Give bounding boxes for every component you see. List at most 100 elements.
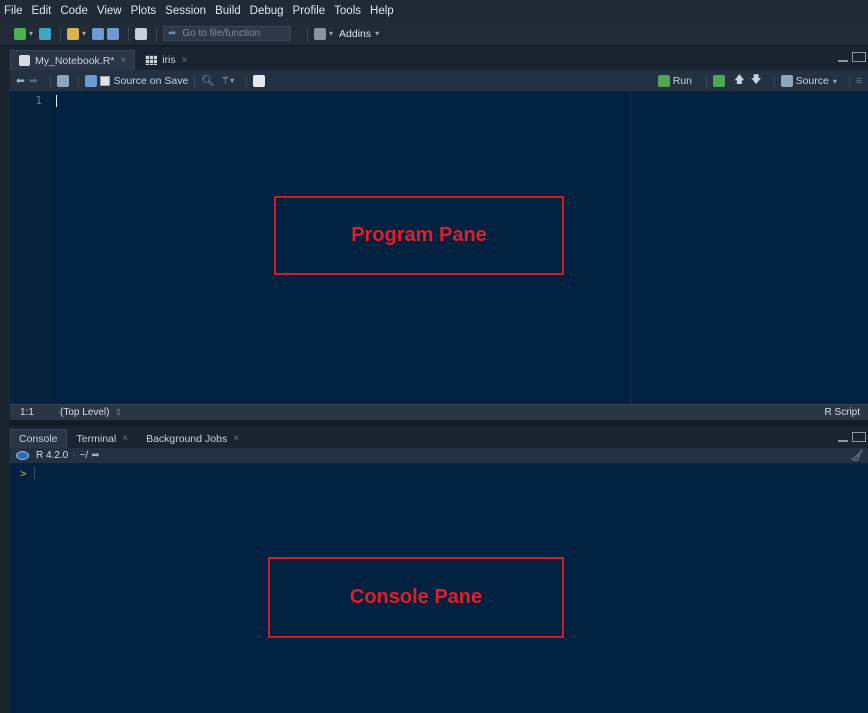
open-file-icon[interactable]	[67, 27, 80, 40]
toolbar-divider	[156, 26, 158, 41]
close-icon[interactable]: ×	[182, 55, 188, 66]
addins-dropdown-icon[interactable]: ▾	[375, 29, 379, 38]
console-info-bar: R 4.2.0 · ~/ ➦ 🧹︎	[10, 448, 868, 464]
cursor-position: 1:1	[20, 407, 34, 418]
search-icon[interactable]: 🔍︎	[201, 74, 214, 87]
r-file-icon	[19, 55, 30, 66]
menu-help[interactable]: Help	[370, 5, 394, 17]
panes-dropdown-icon[interactable]: ▾	[329, 29, 333, 38]
console-pane-annotation: Console Pane	[268, 557, 564, 638]
rerun-icon[interactable]	[712, 75, 725, 87]
toolbar-divider	[77, 73, 79, 88]
show-in-window-icon[interactable]	[56, 74, 69, 87]
close-icon[interactable]: ×	[233, 433, 239, 444]
tab-terminal[interactable]: Terminal ×	[69, 429, 137, 448]
save-icon[interactable]	[84, 74, 97, 87]
r-logo-icon	[16, 451, 29, 460]
console-cursor	[34, 467, 35, 479]
save-icon[interactable]	[92, 27, 105, 40]
source-on-save-checkbox[interactable]	[99, 75, 110, 86]
main-toolbar: ▾ ▾ ➦ Go to file/function ▾ Addins ▾	[0, 22, 868, 46]
menu-plots[interactable]: Plots	[131, 5, 157, 17]
toolbar-divider	[194, 73, 196, 88]
tab-label: Terminal	[76, 432, 117, 445]
scope-selector[interactable]: (Top Level)	[60, 407, 109, 418]
tab-label: Console	[19, 433, 58, 445]
outline-icon[interactable]: ≡	[856, 75, 862, 87]
clear-console-broom-icon[interactable]: 🧹︎	[850, 449, 864, 462]
menu-bar: File Edit Code View Plots Session Build …	[0, 0, 868, 22]
forward-arrow-icon[interactable]: ➡	[29, 75, 38, 87]
minimize-icon[interactable]	[838, 440, 848, 442]
goto-file-function-input[interactable]: ➦ Go to file/function	[163, 26, 292, 41]
scope-dropdown-icon[interactable]: ⇕	[114, 407, 122, 418]
open-recent-dropdown-icon[interactable]: ▾	[82, 29, 86, 38]
toolbar-divider	[705, 74, 707, 88]
menu-build[interactable]: Build	[215, 5, 241, 17]
minimize-icon[interactable]	[838, 60, 848, 62]
menu-tools[interactable]: Tools	[334, 5, 361, 17]
goto-arrow-icon: ➦	[168, 28, 177, 39]
code-tools-wand-icon[interactable]: ⚚	[221, 75, 230, 87]
close-icon[interactable]: ×	[122, 433, 128, 444]
source-on-save-label: Source on Save	[113, 74, 189, 87]
working-directory[interactable]: ~/	[80, 450, 89, 461]
tab-label: Background Jobs	[146, 432, 228, 445]
line-number-gutter	[10, 92, 52, 404]
new-file-dropdown-icon[interactable]: ▾	[29, 29, 33, 38]
menu-debug[interactable]: Debug	[250, 5, 284, 17]
tab-iris[interactable]: iris ×	[137, 50, 195, 70]
tab-label: iris	[162, 54, 176, 66]
data-grid-icon	[145, 55, 158, 65]
program-pane-annotation: Program Pane	[274, 196, 564, 275]
back-arrow-icon[interactable]: ⬅	[16, 75, 25, 87]
tab-my-notebook[interactable]: My_Notebook.R* ×	[10, 50, 136, 70]
console-prompt: >	[20, 467, 27, 480]
menu-profile[interactable]: Profile	[293, 5, 326, 17]
go-to-directory-icon[interactable]: ➦	[91, 450, 99, 461]
maximize-icon[interactable]	[852, 432, 866, 442]
tab-background-jobs[interactable]: Background Jobs ×	[138, 429, 247, 448]
new-file-icon[interactable]	[14, 27, 26, 40]
menu-code[interactable]: Code	[60, 5, 88, 17]
maximize-icon[interactable]	[852, 52, 866, 62]
menu-file[interactable]: File	[4, 5, 23, 17]
addins-menu[interactable]: Addins	[339, 28, 371, 40]
toolbar-divider	[49, 73, 51, 88]
source-button[interactable]: Source	[796, 75, 829, 87]
editor-tab-bar: My_Notebook.R* × iris ×	[10, 46, 868, 70]
workspace-panes-icon[interactable]	[314, 27, 327, 40]
console-tab-bar: Console Terminal × Background Jobs ×	[10, 426, 868, 448]
editor-run-tools: Run 🡅 🡇 Source ▾ ≡	[657, 70, 862, 92]
go-up-arrow-icon[interactable]: 🡅	[734, 72, 745, 90]
source-dropdown-icon[interactable]: ▾	[833, 77, 837, 86]
save-all-icon[interactable]	[107, 27, 120, 40]
toolbar-divider	[128, 26, 130, 41]
compile-report-icon[interactable]	[253, 74, 266, 87]
new-project-icon[interactable]	[39, 27, 52, 40]
toolbar-divider	[848, 74, 850, 88]
console-window-controls	[838, 432, 866, 442]
r-version: R 4.2.0	[36, 450, 69, 461]
menu-edit[interactable]: Edit	[32, 5, 52, 17]
run-button[interactable]: Run	[673, 75, 692, 87]
line-number: 1	[35, 94, 42, 107]
text-cursor	[56, 95, 57, 107]
menu-view[interactable]: View	[97, 5, 122, 17]
print-margin-line	[630, 92, 631, 404]
close-icon[interactable]: ×	[120, 55, 126, 66]
code-tools-dropdown-icon[interactable]: ▾	[230, 76, 234, 85]
editor-status-bar: 1:1 (Top Level) ⇕ R Script	[10, 404, 868, 420]
left-window-edge	[0, 46, 10, 713]
run-icon	[657, 75, 670, 87]
file-type-selector[interactable]: R Script	[824, 407, 860, 418]
toolbar-divider	[307, 26, 309, 41]
console-pane-label: Console Pane	[349, 586, 483, 608]
editor-window-controls	[838, 52, 866, 62]
menu-session[interactable]: Session	[165, 5, 206, 17]
editor-toolbar: ⬅ ➡ Source on Save 🔍︎ ⚚ ▾ Run 🡅 🡇 Source…	[10, 70, 868, 92]
print-icon[interactable]	[135, 27, 148, 40]
source-icon	[780, 75, 793, 87]
go-down-arrow-icon[interactable]: 🡇	[751, 72, 762, 90]
tab-console[interactable]: Console	[10, 429, 67, 448]
